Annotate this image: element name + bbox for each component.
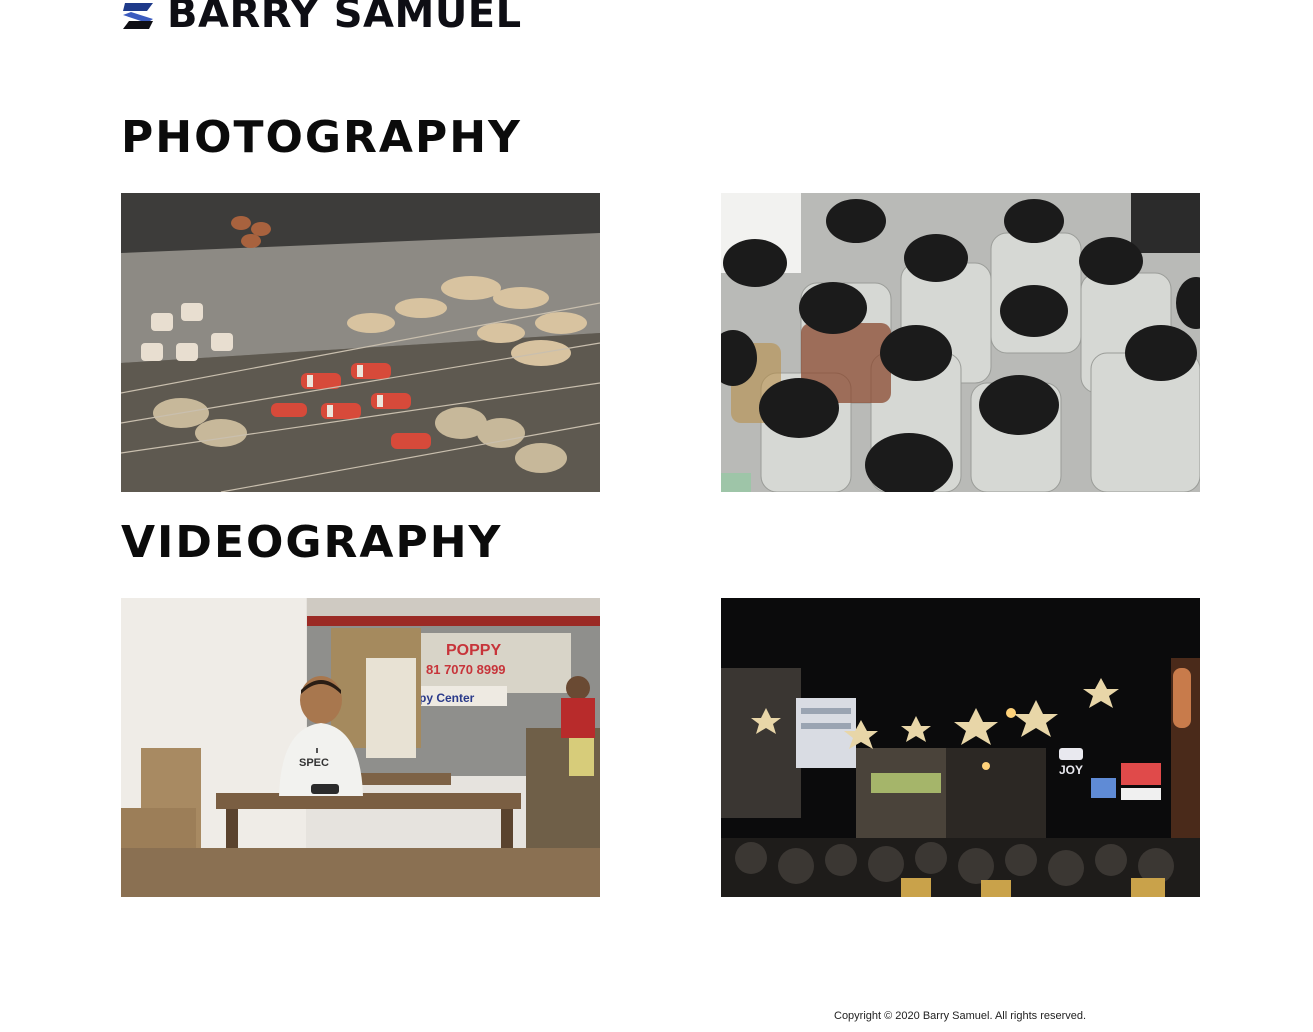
brand-logo[interactable]: BARRY SAMUEL xyxy=(121,0,522,36)
video-thumbnail-night-street[interactable]: JOY xyxy=(721,598,1200,897)
bottles-image xyxy=(721,193,1200,492)
shop-sign-text: POPPY xyxy=(446,642,501,659)
shop-phone-text: 81 7070 8999 xyxy=(426,662,506,677)
video-thumbnail-diner[interactable]: POPPY 81 7070 8999 py Center SPEC xyxy=(121,598,600,897)
diner-image: POPPY 81 7070 8999 py Center SPEC xyxy=(121,598,600,897)
photography-heading: PHOTOGRAPHY xyxy=(121,112,522,163)
joy-sign-text: JOY xyxy=(1059,763,1083,777)
logo-mark-icon xyxy=(123,3,153,29)
brand-name: BARRY SAMUEL xyxy=(167,0,522,37)
photo-thumbnail-street-food[interactable] xyxy=(121,193,600,492)
night-street-image: JOY xyxy=(721,598,1200,897)
street-food-image xyxy=(121,193,600,492)
store-sign-text: py Center xyxy=(419,691,475,705)
copyright-text: Copyright © 2020 Barry Samuel. All right… xyxy=(834,1010,1087,1022)
shirt-print-text: SPEC xyxy=(299,757,329,769)
videography-heading: VIDEOGRAPHY xyxy=(121,517,503,568)
joy-sign: JOY xyxy=(1059,748,1083,777)
photo-thumbnail-bottles[interactable] xyxy=(721,193,1200,492)
